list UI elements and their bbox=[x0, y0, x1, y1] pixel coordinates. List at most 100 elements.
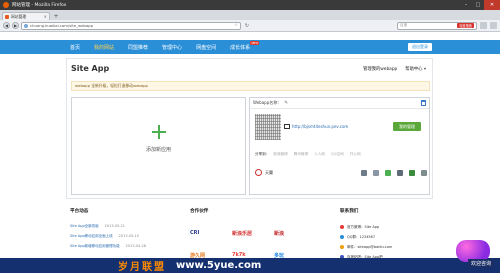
navigation-bar: ◀ ▶ chuang.kuaikai.com/site_webapp ☆ ↻ 百… bbox=[0, 20, 500, 32]
partner-logo[interactable]: 新浪 bbox=[274, 224, 310, 242]
stats-icon[interactable] bbox=[421, 169, 427, 176]
webapp-url[interactable]: http://bjsmt4eshun.pev.com bbox=[284, 124, 348, 129]
share-row: 分享到： 新浪微博 腾讯微博 人人网 QQ空间 开心网 bbox=[255, 152, 367, 157]
search-input[interactable]: 百度 百度搜索 bbox=[397, 21, 477, 30]
qq-icon bbox=[340, 235, 344, 239]
back-button[interactable]: ◀ bbox=[3, 22, 10, 29]
share-tencent[interactable]: 腾讯微博 bbox=[294, 152, 308, 157]
help-center-dropdown[interactable]: 帮助中心 bbox=[405, 66, 426, 72]
tab-bar: 网站管理 × + bbox=[0, 10, 500, 20]
bookmark-star-icon[interactable]: ☆ bbox=[234, 23, 238, 28]
share-label: 分享到： bbox=[255, 152, 270, 156]
mobile-icon[interactable] bbox=[373, 169, 379, 176]
desktop-icon[interactable] bbox=[361, 169, 367, 176]
maximize-icon[interactable]: □ bbox=[472, 0, 484, 10]
address-bar[interactable]: chuang.kuaikai.com/site_webapp ☆ bbox=[21, 21, 241, 30]
new-tab-button[interactable]: + bbox=[52, 13, 60, 20]
news-title: 平台动态 bbox=[70, 209, 89, 214]
webapp-url-text[interactable]: http://bjsmt4eshun.pev.com bbox=[292, 124, 348, 129]
page-title: Site App bbox=[71, 64, 110, 73]
logout-button[interactable]: 退出登录 bbox=[408, 43, 432, 51]
site-header: 首页 我的网站 同盟推荐 管理中心 网盘空间 成长体系 NEW 退出登录 bbox=[0, 40, 500, 54]
add-app-label: 添加新应用 bbox=[145, 147, 171, 153]
settings-icon[interactable] bbox=[397, 169, 403, 176]
partner-logo[interactable]: CRI bbox=[190, 224, 226, 242]
manage-webapp-link[interactable]: 管理我的webapp bbox=[363, 66, 397, 72]
welcome-label: 欢迎咨询 bbox=[467, 259, 494, 268]
edit-icon[interactable]: ✎ bbox=[284, 101, 288, 106]
weibo-icon bbox=[340, 225, 344, 229]
news-item[interactable]: Site App全新改版 2013-05-21 bbox=[70, 224, 146, 234]
news-title-text[interactable]: Site App全新改版 bbox=[70, 224, 99, 234]
downloads-icon[interactable] bbox=[480, 22, 487, 29]
partners-title: 合作伙伴 bbox=[190, 209, 209, 214]
delete-icon[interactable] bbox=[421, 100, 426, 106]
contact-label[interactable]: 官方微博：Site App bbox=[347, 225, 379, 230]
news-item[interactable]: Site App新增移动应用管理功能 2013-04-28 bbox=[70, 244, 146, 254]
news-date: 2013-05-21 bbox=[104, 224, 126, 228]
android-icon[interactable] bbox=[385, 169, 391, 176]
mail-icon bbox=[340, 245, 344, 249]
news-list: Site App全新改版 2013-05-21 Site App移动应用全面上线 2… bbox=[70, 224, 146, 254]
window-titlebar: 网站管理 - Mozilla Firefox – □ ✕ bbox=[0, 0, 500, 10]
contact-title: 联系我们 bbox=[340, 209, 359, 214]
watermark-site: www.5yue.com bbox=[176, 260, 262, 271]
owner-name: 天翼 bbox=[265, 169, 273, 175]
contact-item[interactable]: 官方微博：Site App bbox=[340, 222, 392, 232]
nav-my-sites[interactable]: 我的网站 bbox=[94, 44, 114, 51]
browser-tab[interactable]: 网站管理 × bbox=[2, 12, 50, 20]
nav-home[interactable]: 首页 bbox=[70, 44, 80, 51]
share-renren[interactable]: 人人网 bbox=[314, 152, 325, 157]
firefox-icon bbox=[3, 2, 9, 8]
partner-logo[interactable]: 新浪乐居 bbox=[232, 224, 268, 242]
notice-banner: webapp 全新升级，轻松打造移动webapp bbox=[71, 81, 430, 91]
search-placeholder: 百度 bbox=[400, 23, 408, 27]
nav-recommend[interactable]: 同盟推荐 bbox=[128, 44, 148, 51]
top-links: 管理我的webapp 帮助中心 bbox=[355, 66, 426, 72]
news-title-text[interactable]: Site App新增移动应用管理功能 bbox=[70, 244, 120, 254]
share-qzone[interactable]: QQ空间 bbox=[331, 152, 344, 157]
contact-item[interactable]: QQ群：1234567 bbox=[340, 232, 392, 242]
nav-growth-label: 成长体系 bbox=[230, 44, 251, 51]
webapp-card-footer: 天翼 bbox=[255, 169, 427, 176]
site-identity-icon[interactable] bbox=[24, 23, 28, 28]
watermark-text: 岁月联盟 bbox=[118, 262, 166, 273]
menu-icon[interactable] bbox=[490, 22, 497, 29]
refresh-button[interactable]: ↻ bbox=[243, 22, 251, 30]
owner-avatar bbox=[255, 169, 262, 176]
window-controls: – □ ✕ bbox=[460, 0, 500, 10]
tab-label: 网站管理 bbox=[11, 13, 27, 19]
minimize-icon[interactable]: – bbox=[460, 0, 472, 10]
webapp-card-header: Webapp名称： ✎ bbox=[250, 98, 429, 109]
manage-button[interactable]: 我的管理 bbox=[393, 122, 421, 131]
favicon-icon bbox=[5, 14, 9, 19]
contact-item[interactable]: 邮件：siteapp@baidu.com bbox=[340, 242, 392, 252]
action-icons bbox=[355, 169, 427, 176]
new-badge: NEW bbox=[250, 40, 260, 45]
news-date: 2013-04-28 bbox=[125, 244, 147, 248]
monitor-icon bbox=[284, 124, 290, 129]
news-item[interactable]: Site App移动应用全面上线 2013-05-15 bbox=[70, 234, 146, 244]
tools-icon[interactable] bbox=[409, 169, 415, 176]
watermark-bar: 岁月联盟 www.5yue.com bbox=[0, 258, 500, 273]
tab-close-icon[interactable]: × bbox=[44, 14, 47, 19]
forward-button[interactable]: ▶ bbox=[12, 22, 19, 29]
webapp-card: Webapp名称： ✎ http://bjsmt4eshun.pev.com 我… bbox=[249, 97, 430, 195]
contact-label[interactable]: QQ群：1234567 bbox=[347, 235, 375, 240]
contact-label[interactable]: 邮件：siteapp@baidu.com bbox=[347, 245, 392, 250]
search-engine-badge[interactable]: 百度搜索 bbox=[457, 23, 474, 28]
share-kaixin[interactable]: 开心网 bbox=[350, 152, 361, 157]
nav-growth[interactable]: 成长体系 NEW bbox=[230, 40, 264, 51]
contact-list: 官方微博：Site App QQ群：1234567 邮件：siteapp@bai… bbox=[340, 222, 392, 262]
nav-storage[interactable]: 网盘空间 bbox=[196, 44, 216, 51]
welcome-widget[interactable]: 欢迎咨询 bbox=[438, 236, 498, 270]
close-window-icon[interactable]: ✕ bbox=[484, 0, 500, 10]
news-title-text[interactable]: Site App移动应用全面上线 bbox=[70, 234, 113, 244]
add-app-card[interactable]: 添加新应用 bbox=[71, 97, 246, 195]
plus-icon bbox=[152, 125, 166, 139]
news-date: 2013-05-15 bbox=[118, 234, 140, 238]
nav-admin[interactable]: 管理中心 bbox=[162, 44, 182, 51]
url-text: chuang.kuaikai.com/site_webapp bbox=[30, 23, 93, 28]
window-title: 网站管理 - Mozilla Firefox bbox=[12, 3, 67, 8]
share-weibo[interactable]: 新浪微博 bbox=[273, 152, 287, 157]
